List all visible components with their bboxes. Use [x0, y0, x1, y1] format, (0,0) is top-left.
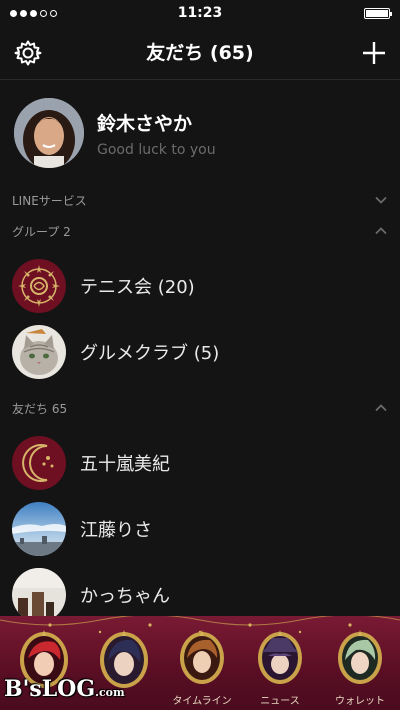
- list-item-label: テニス会 (20): [80, 277, 195, 298]
- battery-icon: [364, 7, 392, 19]
- watermark-text: B'sLOG: [4, 676, 96, 702]
- profile-text: 鈴木さやか Good luck to you: [97, 109, 216, 158]
- site-watermark: B'sLOG.com: [4, 676, 125, 702]
- section-header-friends[interactable]: 友だち 65: [0, 393, 400, 423]
- my-profile[interactable]: 鈴木さやか Good luck to you: [0, 90, 400, 176]
- tab-label: ニュース: [260, 696, 300, 707]
- list-item-label: グルメクラブ (5): [80, 343, 220, 364]
- tab-news[interactable]: ニュース: [248, 626, 312, 710]
- tab-label: ウォレット: [335, 696, 385, 707]
- list-item-friend[interactable]: 五十嵐美紀: [0, 430, 400, 496]
- tab-timeline[interactable]: タイムライン: [170, 626, 234, 710]
- page-title: 友だち (65): [146, 42, 254, 64]
- section-title: グループ 2: [12, 224, 71, 239]
- status-bar: 11:23: [0, 0, 400, 26]
- character-brown-hair-icon: [180, 630, 224, 684]
- cat-photo-icon: [12, 325, 66, 379]
- list-item-friend[interactable]: 江藤りさ: [0, 496, 400, 562]
- list-item-label: かっちゃん: [80, 586, 170, 607]
- chevron-up-icon: [375, 227, 387, 235]
- character-silver-hair-icon: [338, 630, 382, 684]
- crescent-moon-emblem-icon: [12, 436, 66, 490]
- list-item-label: 江藤りさ: [80, 520, 152, 541]
- chevron-down-icon: [375, 196, 387, 204]
- add-friend-button[interactable]: [358, 37, 390, 69]
- list-item-label: 五十嵐美紀: [80, 454, 170, 475]
- tennis-club-emblem-icon: [12, 259, 66, 313]
- profile-name: 鈴木さやか: [97, 112, 193, 135]
- profile-avatar: [14, 98, 84, 168]
- character-hat-icon: [258, 630, 302, 684]
- section-title: 友だち 65: [12, 401, 68, 416]
- status-time: 11:23: [177, 5, 223, 21]
- section-header-line-service[interactable]: LINEサービス: [0, 185, 400, 215]
- list-item-group[interactable]: テニス会 (20): [0, 253, 400, 319]
- section-title: LINEサービス: [12, 193, 87, 208]
- watermark-suffix: .com: [95, 686, 125, 699]
- profile-status-message: Good luck to you: [97, 141, 216, 158]
- chevron-up-icon: [375, 404, 387, 412]
- nav-bar: 友だち (65): [0, 26, 400, 80]
- tab-label: タイムライン: [172, 696, 232, 707]
- section-header-groups[interactable]: グループ 2: [0, 216, 400, 246]
- tab-wallet[interactable]: ウォレット: [328, 626, 392, 710]
- list-item-group[interactable]: グルメクラブ (5): [0, 319, 400, 385]
- room-photo-icon: [12, 568, 66, 622]
- plus-icon: [363, 42, 385, 64]
- sky-photo-icon: [12, 502, 66, 556]
